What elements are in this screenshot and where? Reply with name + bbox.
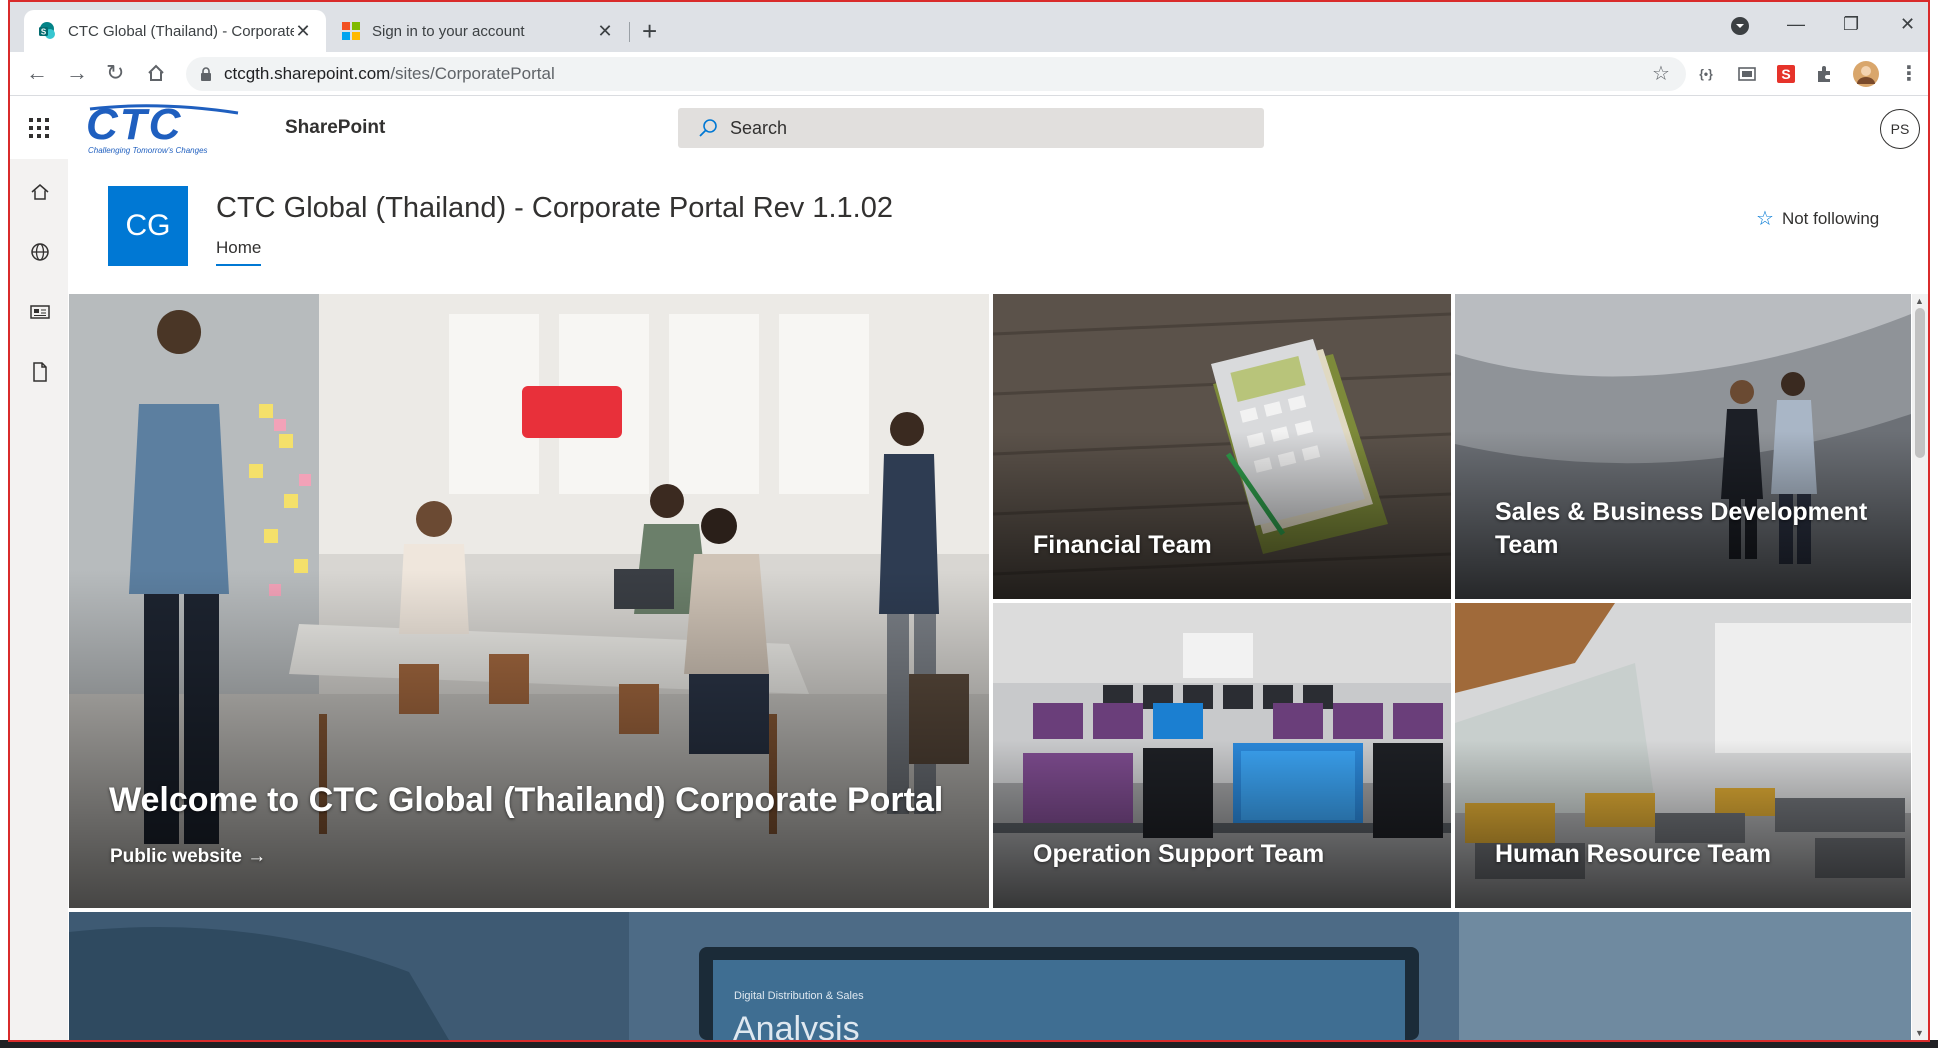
ctc-logo-mark: CTC Challenging Tomorrow's Changes (86, 100, 239, 155)
sharepoint-favicon-icon: S (39, 22, 55, 39)
hero-tile-hr[interactable]: Human Resource Team (1455, 603, 1911, 908)
profile-dropdown-icon[interactable] (1730, 16, 1750, 36)
search-icon (699, 119, 717, 137)
tab-title: CTC Global (Thailand) - Corporate Portal (68, 22, 294, 40)
tab-title: Sign in to your account (372, 22, 525, 40)
profile-avatar-icon[interactable] (1853, 61, 1879, 87)
scroll-down-icon[interactable]: ▼ (1915, 1028, 1924, 1038)
hero-tile-operation[interactable]: Operation Support Team (993, 603, 1451, 908)
site-logo[interactable]: CG (108, 186, 188, 266)
file-icon[interactable] (29, 361, 51, 383)
lock-icon (201, 67, 211, 81)
extension-braces-icon[interactable]: {•} (1695, 63, 1717, 85)
extensions-puzzle-icon[interactable] (1814, 63, 1836, 85)
hero-tile-financial[interactable]: Financial Team (993, 294, 1451, 599)
banner-screen-label: Digital Distribution & Sales (734, 990, 864, 1002)
hero-tile-sales[interactable]: Sales & Business Development Team (1455, 294, 1911, 599)
tab-sign-in[interactable]: Sign in to your account ✕ (328, 10, 628, 52)
address-bar[interactable]: ctcgth.sharepoint.com/sites/CorporatePor… (186, 57, 1686, 91)
ctc-logo[interactable]: CTC Challenging Tomorrow's Changes (78, 100, 258, 155)
tab-close-icon[interactable]: ✕ (294, 21, 312, 42)
tab-separator (629, 22, 630, 42)
financial-team-title[interactable]: Financial Team (1033, 529, 1421, 562)
globe-icon[interactable] (29, 241, 51, 263)
browser-tab-strip: S CTC Global (Thailand) - Corporate Port… (10, 2, 1928, 52)
url-host: ctcgth.sharepoint.com (224, 64, 391, 83)
tab-sharepoint-portal[interactable]: S CTC Global (Thailand) - Corporate Port… (24, 10, 326, 52)
public-website-label: Public website (110, 846, 242, 867)
sharepoint-suite-bar: CTC Challenging Tomorrow's Changes Share… (10, 97, 1928, 159)
hero-main-title[interactable]: Welcome to CTC Global (Thailand) Corpora… (109, 778, 959, 822)
svg-text:CTC: CTC (86, 103, 182, 149)
site-nav-home[interactable]: Home (216, 238, 262, 266)
scroll-up-icon[interactable]: ▲ (1915, 296, 1924, 306)
svg-text:S: S (1781, 66, 1790, 82)
svg-text:Challenging Tomorrow's Changes: Challenging Tomorrow's Changes (88, 146, 208, 155)
cast-icon[interactable] (1736, 63, 1758, 85)
operation-team-title[interactable]: Operation Support Team (1033, 838, 1421, 871)
bookmark-star-icon[interactable]: ☆ (1650, 63, 1672, 85)
caption-gradient (993, 740, 1451, 908)
sales-team-title[interactable]: Sales & Business Development Team (1495, 496, 1881, 561)
site-header: CG CTC Global (Thailand) - Corporate Por… (68, 159, 1928, 294)
hero-main-tile[interactable]: Welcome to CTC Global (Thailand) Corpora… (69, 294, 989, 908)
analysis-monitor-image (69, 912, 1911, 1040)
news-icon[interactable] (29, 301, 51, 323)
banner-screen-heading: Analysis (733, 1010, 860, 1040)
tab-close-icon[interactable]: ✕ (596, 21, 614, 42)
home-icon[interactable] (146, 63, 166, 83)
app-name-label[interactable]: SharePoint (285, 117, 385, 139)
s-extension-icon[interactable]: S (1775, 63, 1797, 85)
back-arrow-icon[interactable]: ← (26, 60, 48, 86)
new-tab-button[interactable]: + (642, 16, 657, 46)
browser-menu-icon[interactable]: ⋮ (1898, 63, 1920, 85)
svg-text:S: S (41, 27, 47, 36)
site-title[interactable]: CTC Global (Thailand) - Corporate Portal… (216, 192, 893, 225)
caption-gradient (1455, 740, 1911, 908)
taskbar-edge (0, 1040, 1938, 1048)
restore-button[interactable]: ❐ (1843, 14, 1859, 35)
caption-gradient (993, 431, 1451, 599)
follow-label: Not following (1781, 208, 1880, 228)
microsoft-favicon-icon (342, 22, 360, 40)
lower-banner[interactable]: Digital Distribution & Sales Analysis (69, 912, 1911, 1040)
hero-webpart: Welcome to CTC Global (Thailand) Corpora… (69, 294, 1911, 1040)
user-avatar[interactable]: PS (1880, 109, 1920, 149)
url-path: /sites/CorporatePortal (390, 64, 555, 83)
follow-button[interactable]: ☆ Not following (1756, 206, 1879, 231)
sharepoint-search-box[interactable]: Search (678, 108, 1264, 148)
left-app-bar (10, 159, 68, 1040)
browser-toolbar: ← → ↻ ctcgth.sharepoint.com/sites/Corpor… (10, 52, 1928, 96)
arrow-right-icon: → (247, 846, 267, 867)
star-outline-icon: ☆ (1756, 208, 1774, 230)
search-placeholder: Search (730, 117, 788, 138)
home-icon[interactable] (29, 181, 51, 203)
hr-team-title[interactable]: Human Resource Team (1495, 838, 1881, 871)
public-website-link[interactable]: Public website → (110, 846, 266, 868)
app-launcher-waffle-icon[interactable] (28, 117, 50, 139)
scrollbar-thumb[interactable] (1915, 308, 1925, 458)
page-scrollbar[interactable]: ▲ ▼ (1912, 294, 1928, 1040)
reload-icon[interactable]: ↻ (106, 60, 124, 86)
forward-arrow-icon[interactable]: → (66, 60, 88, 86)
minimize-button[interactable]: — (1787, 14, 1805, 35)
window-close-button[interactable]: ✕ (1900, 14, 1915, 35)
